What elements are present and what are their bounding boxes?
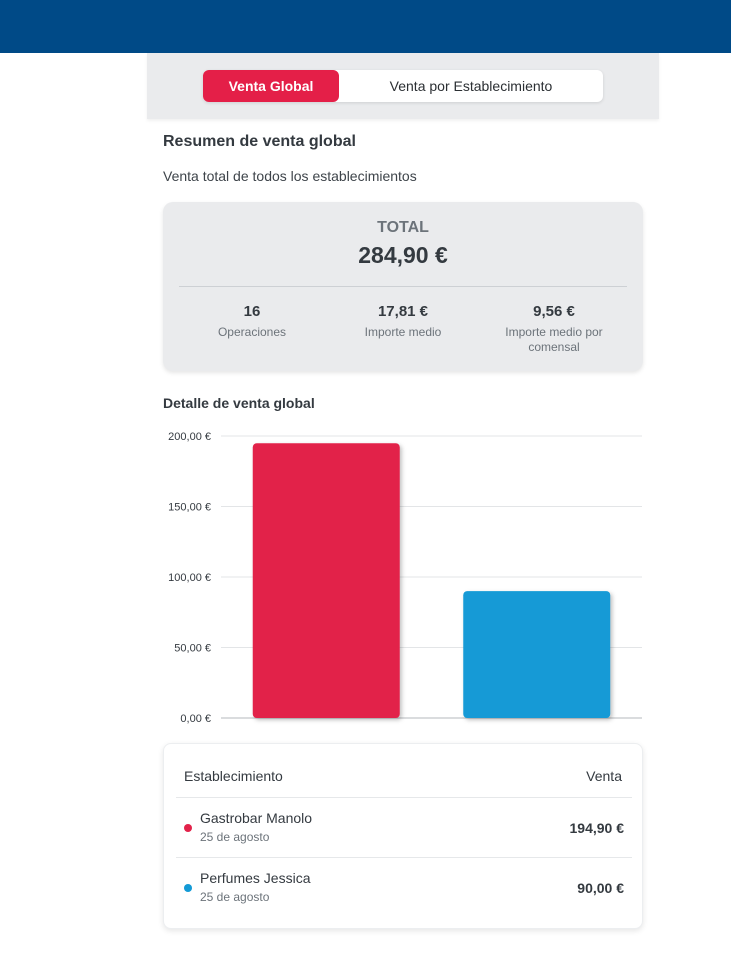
bar-gastrobar-manolo[interactable] <box>252 443 400 718</box>
detail-title: Detalle de venta global <box>163 395 315 411</box>
row-date: 25 de agosto <box>200 890 270 904</box>
tab-venta-por-establecimiento[interactable]: Venta por Establecimiento <box>339 70 603 102</box>
stat-importe-medio: 17,81 € Importe medio <box>328 303 478 340</box>
stat-label: Operaciones <box>217 325 287 339</box>
table-header-venta: Venta <box>586 768 622 784</box>
tab-venta-global[interactable]: Venta Global <box>203 70 339 102</box>
summary-subtitle: Venta total de todos los establecimiento… <box>163 168 417 184</box>
row-establishment-name: Gastrobar Manolo <box>200 810 313 826</box>
stat-value: 16 <box>243 303 261 320</box>
y-tick-label: 100,00 € <box>168 572 211 584</box>
table-row[interactable]: Perfumes Jessica 25 de agosto 90,00 € <box>164 858 644 918</box>
table-header-establecimiento: Establecimiento <box>184 768 283 784</box>
row-sale-value: 194,90 € <box>569 820 625 836</box>
y-tick-label: 0,00 € <box>180 713 211 725</box>
total-divider <box>179 286 627 287</box>
table-row[interactable]: Gastrobar Manolo 25 de agosto 194,90 € <box>164 798 644 858</box>
y-tick-label: 50,00 € <box>174 643 211 655</box>
view-tabs-area: Venta Global Venta por Establecimiento <box>147 53 659 119</box>
stat-label: Importe medio por comensal <box>505 325 603 354</box>
sales-bar-chart: 0,00 € 50,00 € 100,00 € 150,00 € 200,00 € <box>168 431 642 725</box>
total-value: 284,90 € <box>358 242 448 268</box>
series-color-dot <box>184 884 192 892</box>
bar-perfumes-jessica[interactable] <box>463 591 611 718</box>
y-tick-label: 200,00 € <box>168 431 211 443</box>
summary-title: Resumen de venta global <box>163 133 356 150</box>
series-color-dot <box>184 824 192 832</box>
y-tick-label: 150,00 € <box>168 502 211 514</box>
total-label: TOTAL <box>377 219 429 236</box>
view-tabs: Venta Global Venta por Establecimiento <box>203 70 603 102</box>
stat-label: Importe medio <box>364 325 442 339</box>
row-establishment-name: Perfumes Jessica <box>200 870 311 886</box>
stat-importe-medio-comensal: 9,56 € Importe medio por comensal <box>479 303 629 355</box>
total-summary-card: TOTAL 284,90 € 16 Operaciones 17,81 € Im… <box>163 202 643 371</box>
sales-table-card: Establecimiento Venta Gastrobar Manolo 2… <box>163 743 643 929</box>
stat-operaciones: 16 Operaciones <box>177 303 327 340</box>
row-date: 25 de agosto <box>200 830 270 844</box>
stat-value: 17,81 € <box>377 303 429 320</box>
row-sale-value: 90,00 € <box>577 880 624 896</box>
top-header-bar <box>0 0 731 53</box>
stat-value: 9,56 € <box>533 303 575 320</box>
